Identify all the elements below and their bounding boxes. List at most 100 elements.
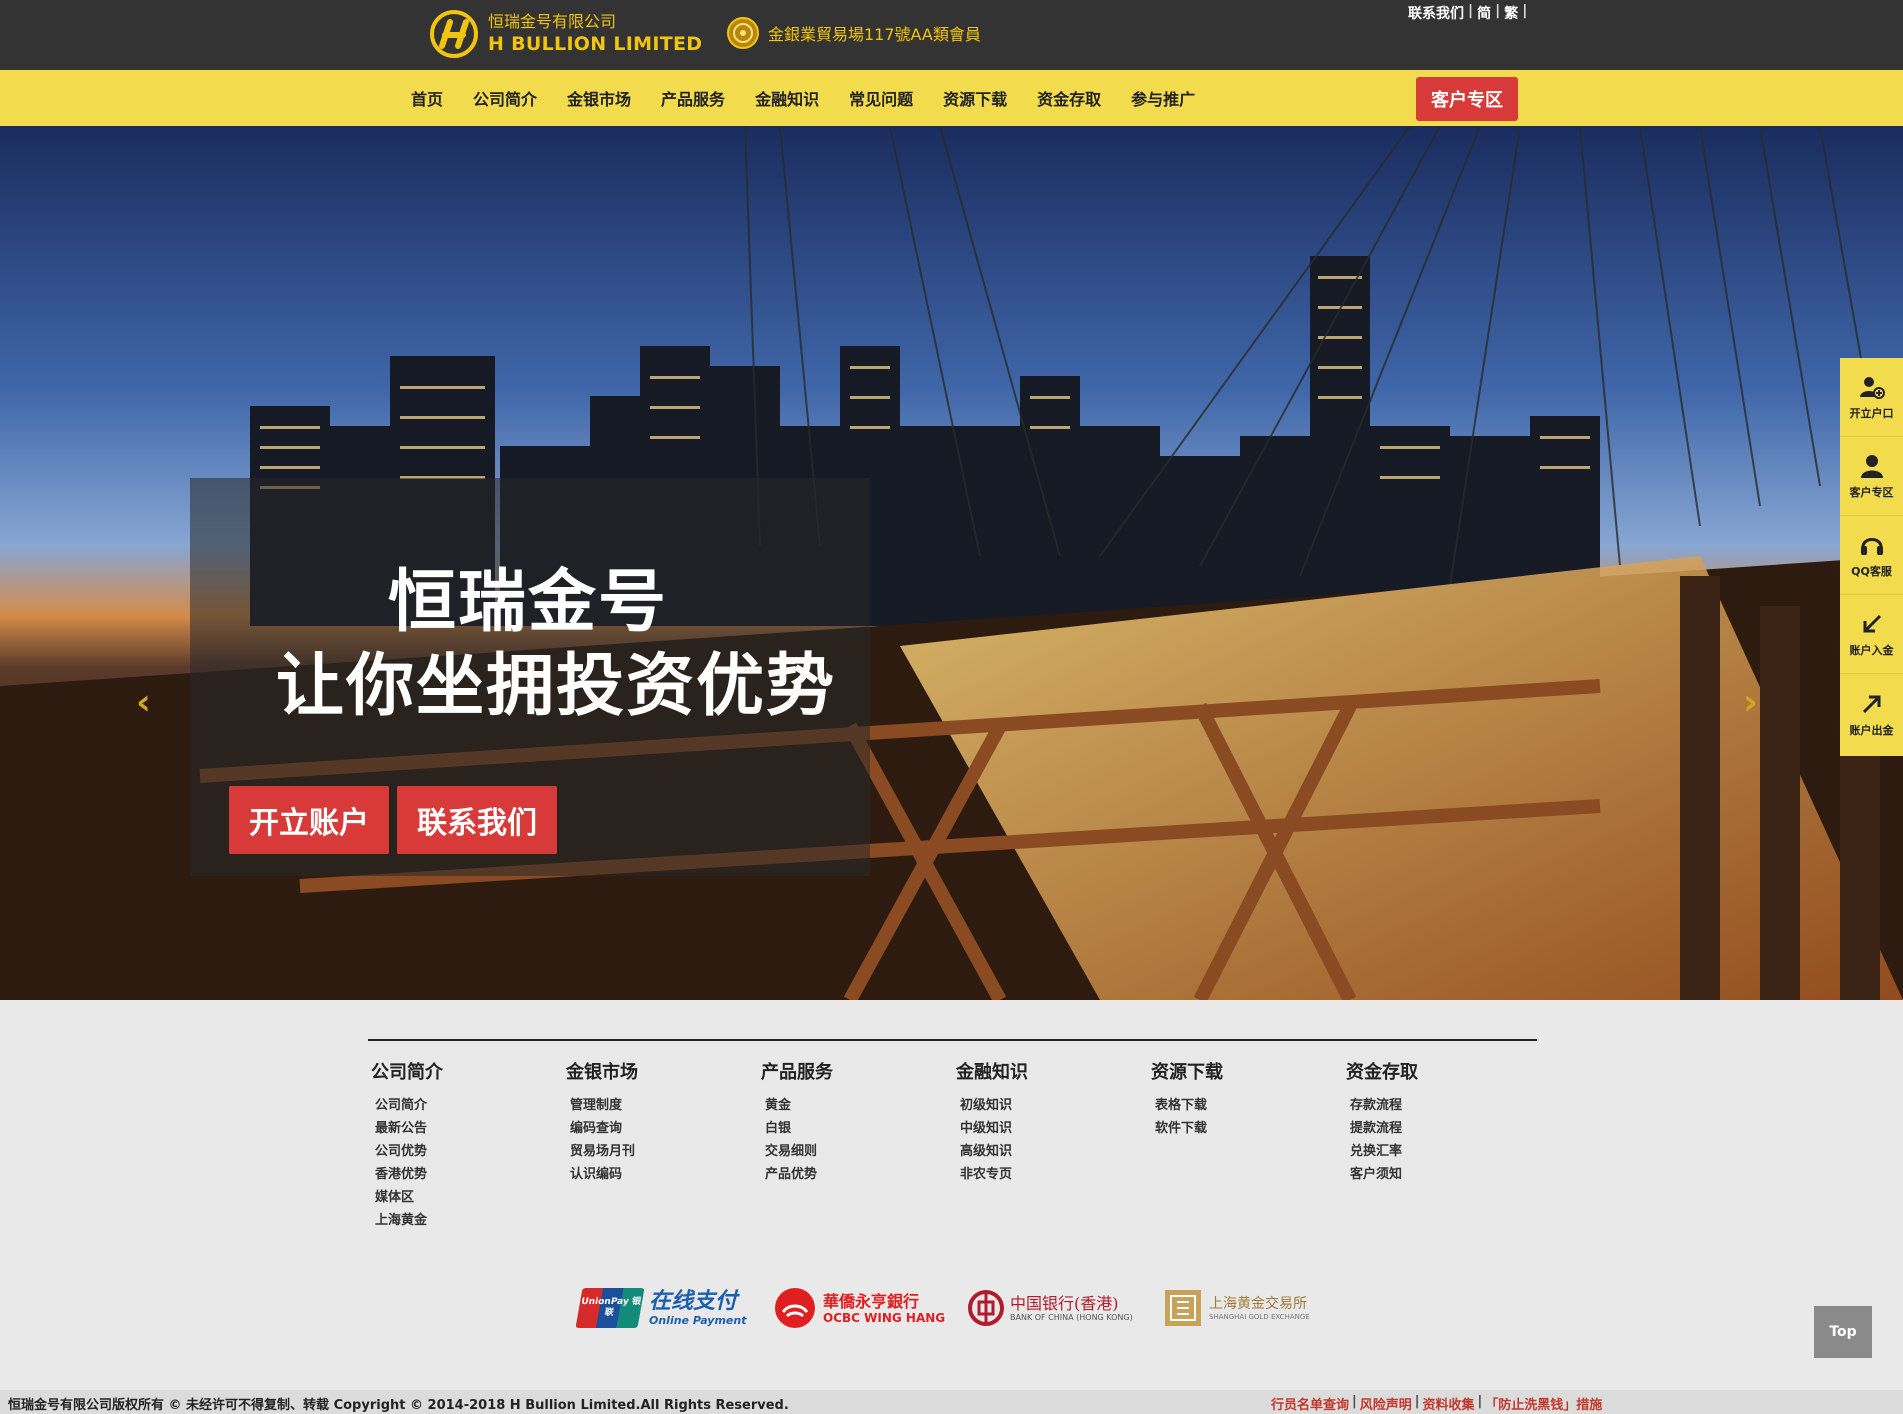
back-to-top-button[interactable]: Top [1814,1306,1872,1358]
footer-link[interactable]: 兑换汇率 [1350,1140,1418,1163]
member-list-link[interactable]: 行员名单查询 [1271,1394,1349,1413]
data-collection-link[interactable]: 资料收集 [1423,1394,1475,1413]
footer-link[interactable]: 提款流程 [1350,1117,1418,1140]
footer-link[interactable]: 贸易场月刊 [570,1140,638,1163]
nav-downloads[interactable]: 资源下载 [943,86,1007,110]
ocbc-en: OCBC WING HANG [823,1310,946,1325]
footer-link[interactable]: 白银 [765,1117,833,1140]
footer-col-title: 资源下载 [1151,1062,1223,1083]
footer-col-title: 公司简介 [371,1062,443,1083]
footer-link[interactable]: 中级知识 [960,1117,1028,1140]
side-label: 账户出金 [1849,723,1894,737]
footer-divider [368,1039,1537,1041]
separator: | [1414,1394,1420,1409]
contact-us-button[interactable]: 联系我们 [397,786,557,854]
separator: | [1495,3,1501,19]
footer-col-title: 资金存取 [1346,1062,1418,1083]
side-label: 开立户口 [1849,407,1894,420]
nav-home[interactable]: 首页 [411,86,443,110]
copyright-text: 恒瑞金号有限公司版权所有 © 未经许可不得复制、转载 Copyright © 2… [8,1398,789,1413]
unionpay-badge: UnionPay 银联 [575,1288,645,1328]
footer-link[interactable]: 初级知识 [960,1094,1028,1117]
footer-col-funding: 资金存取 存款流程 提款流程 兑换汇率 客户须知 [1346,1058,1418,1186]
gold-seal-icon [727,17,759,49]
footer-link[interactable]: 软件下载 [1155,1117,1223,1140]
headset-icon [1860,538,1883,555]
traditional-chinese-link[interactable]: 繁 [1504,3,1518,23]
side-float-menu: 开立户口 客户专区 QQ客服 账户入金 账户出金 [1840,358,1903,756]
footer-link[interactable]: 存款流程 [1350,1094,1418,1117]
footer-link[interactable]: 交易细则 [765,1140,833,1163]
footer-col-title: 金银市场 [566,1062,638,1083]
footer-link[interactable]: 非农专页 [960,1163,1028,1186]
side-label: 客户专区 [1849,486,1894,499]
nav-funding[interactable]: 资金存取 [1037,86,1101,110]
footer-link[interactable]: 高级知识 [960,1140,1028,1163]
boc-cn: 中国银行(香港) [1010,1294,1119,1313]
risk-statement-link[interactable]: 风险声明 [1360,1394,1412,1413]
nav-products[interactable]: 产品服务 [661,86,725,110]
top-bar: 恒瑞金号有限公司 H BULLION LIMITED 金銀業貿易場117號AA類… [0,0,1903,70]
side-client-area[interactable]: 客户专区 [1840,437,1903,516]
footer-link[interactable]: 香港优势 [375,1163,443,1186]
boc-emblem-icon [968,1290,1004,1326]
footer-col-knowledge: 金融知识 初级知识 中级知识 高级知识 非农专页 [956,1058,1028,1186]
member-badge: 金銀業貿易場117號AA類會員 [726,16,981,50]
copyright-bar: 恒瑞金号有限公司版权所有 © 未经许可不得复制、转载 Copyright © 2… [0,1390,1903,1414]
ocbc-logo[interactable]: 華僑永亨銀行 OCBC WING HANG [773,1284,945,1332]
unionpay-en: Online Payment [649,1313,747,1327]
separator: | [1352,1394,1357,1409]
footer-link[interactable]: 客户须知 [1350,1163,1418,1186]
boc-en: BANK OF CHINA (HONG KONG) [1010,1313,1133,1322]
footer-link[interactable]: 公司简介 [375,1094,443,1117]
unionpay-logo[interactable]: UnionPay 银联 在线支付 Online Payment [575,1284,747,1332]
footer-link[interactable]: 表格下载 [1155,1094,1223,1117]
unionpay-cn: 在线支付 [649,1288,738,1314]
nav-faq[interactable]: 常见问题 [849,86,913,110]
side-deposit[interactable]: 账户入金 [1840,595,1903,674]
ocbc-cn: 華僑永亨銀行 [823,1291,920,1311]
footer-col-about: 公司简介 公司简介 最新公告 公司优势 香港优势 媒体区 上海黄金 [371,1058,443,1232]
site-logo[interactable]: 恒瑞金号有限公司 H BULLION LIMITED [428,8,702,60]
footer-col-products: 产品服务 黄金 白银 交易细则 产品优势 [761,1058,833,1186]
separator: | [1477,1394,1483,1409]
hero-banner: ‹ › [0,126,1903,1000]
separator: | [1522,3,1528,19]
ocbc-emblem-icon [775,1288,815,1328]
hero-title-line2: 让你坐拥投资优势 [276,647,837,726]
nav-market[interactable]: 金银市场 [567,86,631,110]
boc-logo[interactable]: 中国银行(香港) BANK OF CHINA (HONG KONG) [968,1284,1133,1332]
nav-about[interactable]: 公司简介 [473,86,537,110]
sge-logo[interactable]: 上海黄金交易所 SHANGHAI GOLD EXCHANGE [1163,1284,1310,1332]
nav-promotion[interactable]: 参与推广 [1131,86,1195,110]
member-text: 金銀業貿易場117號AA類會員 [768,25,981,44]
footer-link[interactable]: 管理制度 [570,1094,638,1117]
logo-cn-text: 恒瑞金号有限公司 [488,12,617,31]
client-area-button[interactable]: 客户专区 [1416,77,1518,121]
side-label: QQ客服 [1851,565,1892,578]
arrow-down-left-icon [1863,614,1881,633]
footer-link[interactable]: 认识编码 [570,1163,638,1186]
open-account-button[interactable]: 开立账户 [229,786,389,854]
anti-money-laundering-link[interactable]: 「防止洗黑钱」措施 [1485,1394,1602,1413]
footer-link[interactable]: 产品优势 [765,1163,833,1186]
separator: | [1468,3,1474,19]
carousel-prev-arrow[interactable]: ‹ [136,682,151,723]
footer-link[interactable]: 媒体区 [375,1186,443,1209]
footer-link[interactable]: 公司优势 [375,1140,443,1163]
contact-us-link[interactable]: 联系我们 [1408,3,1464,23]
user-icon [1860,455,1883,478]
carousel-next-arrow[interactable]: › [1743,682,1758,723]
footer-link[interactable]: 黄金 [765,1094,833,1117]
simplified-chinese-link[interactable]: 简 [1477,3,1491,23]
sge-emblem-icon [1165,1290,1201,1326]
side-open-account[interactable]: 开立户口 [1840,358,1903,437]
sge-en: SHANGHAI GOLD EXCHANGE [1209,1313,1310,1321]
footer-link[interactable]: 上海黄金 [375,1209,443,1232]
side-qq-service[interactable]: QQ客服 [1840,516,1903,595]
footer-link[interactable]: 最新公告 [375,1117,443,1140]
nav-knowledge[interactable]: 金融知识 [755,86,819,110]
add-user-icon [1859,377,1885,399]
side-withdraw[interactable]: 账户出金 [1840,674,1903,753]
footer-link[interactable]: 编码查询 [570,1117,638,1140]
